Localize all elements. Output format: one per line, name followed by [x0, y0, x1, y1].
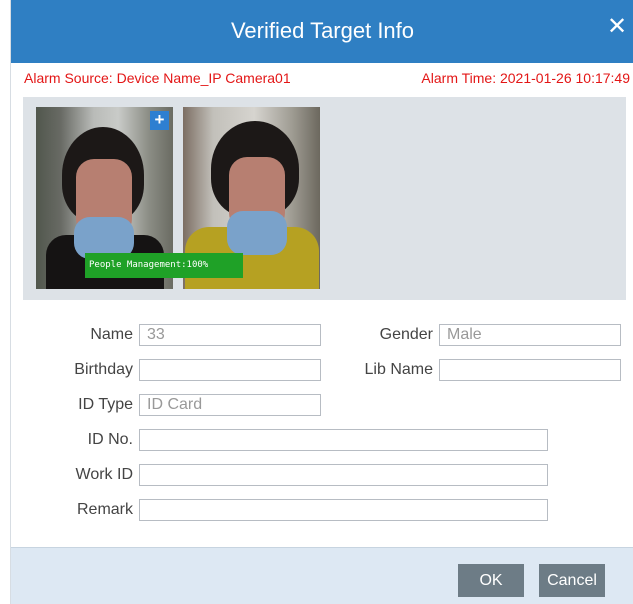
- birthday-field[interactable]: [139, 359, 321, 381]
- verified-target-dialog: Verified Target Info ✕ Alarm Source: Dev…: [10, 0, 633, 604]
- name-field[interactable]: 33: [139, 324, 321, 346]
- ok-button[interactable]: OK: [458, 564, 524, 597]
- cancel-button[interactable]: Cancel: [539, 564, 605, 597]
- close-icon: ✕: [606, 13, 628, 40]
- dialog-title: Verified Target Info: [230, 18, 415, 43]
- work-id-label: Work ID: [75, 466, 133, 483]
- id-no-field[interactable]: [139, 429, 548, 451]
- dialog-footer: OK Cancel: [11, 547, 633, 604]
- alarm-source: Alarm Source: Device Name_IP Camera01: [24, 70, 291, 86]
- remark-label: Remark: [76, 501, 133, 518]
- gender-field[interactable]: Male: [439, 324, 621, 346]
- match-score-badge: People Management:100%: [85, 253, 243, 278]
- id-no-label: ID No.: [87, 431, 133, 448]
- plus-icon: +: [154, 110, 165, 129]
- snapshot-panel: + People Management:100%: [23, 97, 626, 300]
- title-bar: Verified Target Info ✕: [11, 0, 633, 63]
- mask-shape: [227, 211, 287, 255]
- work-id-field[interactable]: [139, 464, 548, 486]
- id-type-label: ID Type: [78, 396, 133, 413]
- alarm-info: Alarm Source: Device Name_IP Camera01 Al…: [21, 70, 631, 90]
- name-label: Name: [90, 326, 133, 343]
- birthday-label: Birthday: [74, 361, 133, 378]
- gender-label: Gender: [379, 326, 433, 343]
- close-button[interactable]: ✕: [606, 14, 628, 40]
- id-type-field[interactable]: ID Card: [139, 394, 321, 416]
- lib-name-label: Lib Name: [364, 361, 433, 378]
- lib-name-field[interactable]: [439, 359, 621, 381]
- remark-field[interactable]: [139, 499, 548, 521]
- add-to-library-button[interactable]: +: [150, 111, 169, 130]
- alarm-time: Alarm Time: 2021-01-26 10:17:49: [421, 70, 630, 86]
